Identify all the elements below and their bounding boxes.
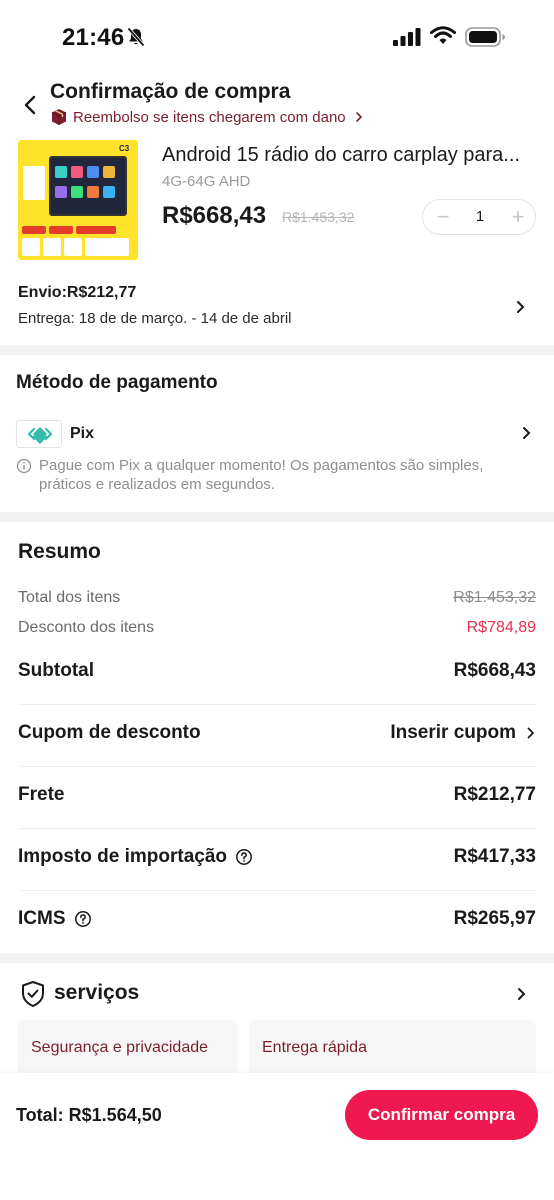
- shipping-cost: Envio:R$212,77: [18, 284, 137, 301]
- quantity-value: 1: [475, 208, 485, 225]
- shipping-fee-row: Frete R$212,77: [18, 784, 536, 806]
- items-total-value: R$1.453,32: [453, 589, 536, 606]
- wifi-icon: [430, 26, 456, 44]
- subtotal-row: Subtotal R$668,43: [18, 660, 536, 682]
- icms-value: R$265,97: [453, 908, 536, 929]
- screen-apps-graphic: [55, 166, 115, 198]
- status-bar: 21:46: [0, 0, 554, 76]
- shipping-row[interactable]: Envio:R$212,77 Entrega: 18 de de março. …: [0, 278, 554, 340]
- row-divider: [18, 828, 536, 829]
- pix-icon: [27, 427, 53, 445]
- chevron-right-icon[interactable]: [521, 425, 533, 441]
- product-variant: 4G-64G AHD: [162, 173, 251, 190]
- spec-tag: [22, 226, 46, 234]
- summary-title: Resumo: [18, 540, 101, 563]
- section-divider: [0, 345, 554, 355]
- service-card-label: Segurança e privacidade: [31, 1039, 209, 1056]
- signal-icon: [393, 28, 421, 46]
- product-old-price: R$1.453,32: [282, 209, 355, 225]
- product-image-badge: C3: [119, 144, 130, 153]
- service-card-label: Entrega rápida: [262, 1039, 367, 1056]
- product-title[interactable]: Android 15 rádio do carro carplay para..…: [162, 144, 542, 167]
- import-tax-value: R$417,33: [453, 846, 536, 867]
- discount-label: Desconto dos itens: [18, 619, 155, 636]
- payment-method-name[interactable]: Pix: [70, 425, 94, 443]
- checkout-footer: Total: R$1.564,50 Confirmar compra: [0, 1073, 554, 1200]
- page-header: Confirmação de compra Reembolso se itens…: [0, 78, 554, 132]
- product-image[interactable]: C3: [18, 140, 138, 260]
- payment-section-title: Método de pagamento: [16, 372, 218, 393]
- spec-tag: [76, 226, 116, 234]
- import-tax-row: Imposto de importação R$417,33: [18, 846, 536, 868]
- coupon-row[interactable]: Cupom de desconto Inserir cupom: [18, 722, 536, 744]
- feature-chip: [22, 238, 40, 256]
- shipping-fee-value: R$212,77: [453, 784, 536, 805]
- quantity-increase-button[interactable]: +: [503, 200, 533, 234]
- pix-logo[interactable]: [16, 420, 62, 448]
- subtotal-label: Subtotal: [18, 660, 94, 681]
- row-divider: [18, 766, 536, 767]
- coupon-label: Cupom de desconto: [18, 722, 201, 743]
- items-total-label: Total dos itens: [18, 589, 121, 606]
- refund-text: Reembolso se itens chegarem com dano: [73, 108, 346, 126]
- quantity-stepper: − 1 +: [422, 199, 536, 235]
- confirm-purchase-button[interactable]: Confirmar compra: [345, 1090, 538, 1140]
- icms-row: ICMS R$265,97: [18, 908, 536, 930]
- battery-icon: [465, 27, 505, 47]
- feature-chip: [43, 238, 61, 256]
- payment-note: Pague com Pix a qualquer momento! Os pag…: [39, 457, 484, 493]
- question-mark-icon[interactable]: [235, 848, 253, 866]
- product-price: R$668,43: [162, 202, 267, 229]
- camera-thumbnail: [23, 166, 45, 200]
- delivery-estimate: Entrega: 18 de de março. - 14 de de abri…: [18, 310, 292, 327]
- discount-value: R$784,89: [466, 619, 536, 636]
- product-item: C3 Android 15 rádio do carro carplay par…: [0, 138, 554, 268]
- shipping-fee-label: Frete: [18, 784, 65, 805]
- icms-label: ICMS: [18, 908, 66, 929]
- spec-tag: [49, 226, 73, 234]
- quantity-decrease-button[interactable]: −: [427, 200, 459, 234]
- page-title: Confirmação de compra: [50, 80, 291, 103]
- import-tax-label-wrap: Imposto de importação: [18, 846, 253, 868]
- question-mark-icon[interactable]: [74, 910, 92, 928]
- feature-chips: [22, 238, 129, 256]
- chevron-right-icon: [355, 112, 362, 122]
- radio-screen-graphic: [49, 156, 127, 216]
- chevron-right-icon[interactable]: [516, 986, 528, 1002]
- refund-banner[interactable]: Reembolso se itens chegarem com dano: [50, 106, 364, 128]
- status-time: 21:46: [62, 24, 125, 51]
- items-total-row: Total dos itens R$1.453,32: [18, 589, 536, 607]
- section-divider: [0, 953, 554, 963]
- package-icon: [51, 109, 67, 125]
- back-arrow-icon[interactable]: [20, 93, 42, 117]
- spec-tags: [22, 226, 116, 234]
- feature-chip: [85, 238, 129, 256]
- info-icon: [16, 458, 32, 474]
- chevron-right-icon: [517, 301, 525, 313]
- insert-coupon-label: Inserir cupom: [390, 722, 516, 743]
- chevron-right-icon: [527, 727, 535, 739]
- order-total: Total: R$1.564,50: [16, 1105, 162, 1125]
- bell-muted-icon: [127, 27, 145, 47]
- feature-chip: [64, 238, 82, 256]
- icms-label-wrap: ICMS: [18, 908, 92, 930]
- row-divider: [18, 890, 536, 891]
- section-divider: [0, 512, 554, 522]
- row-divider: [18, 704, 536, 705]
- discount-row: Desconto dos itens R$784,89: [18, 619, 536, 637]
- import-tax-label: Imposto de importação: [18, 846, 228, 867]
- shield-check-icon: [22, 981, 44, 1007]
- services-title: serviços: [54, 981, 140, 1004]
- insert-coupon-button[interactable]: Inserir cupom: [390, 722, 536, 744]
- subtotal-value: R$668,43: [453, 660, 536, 681]
